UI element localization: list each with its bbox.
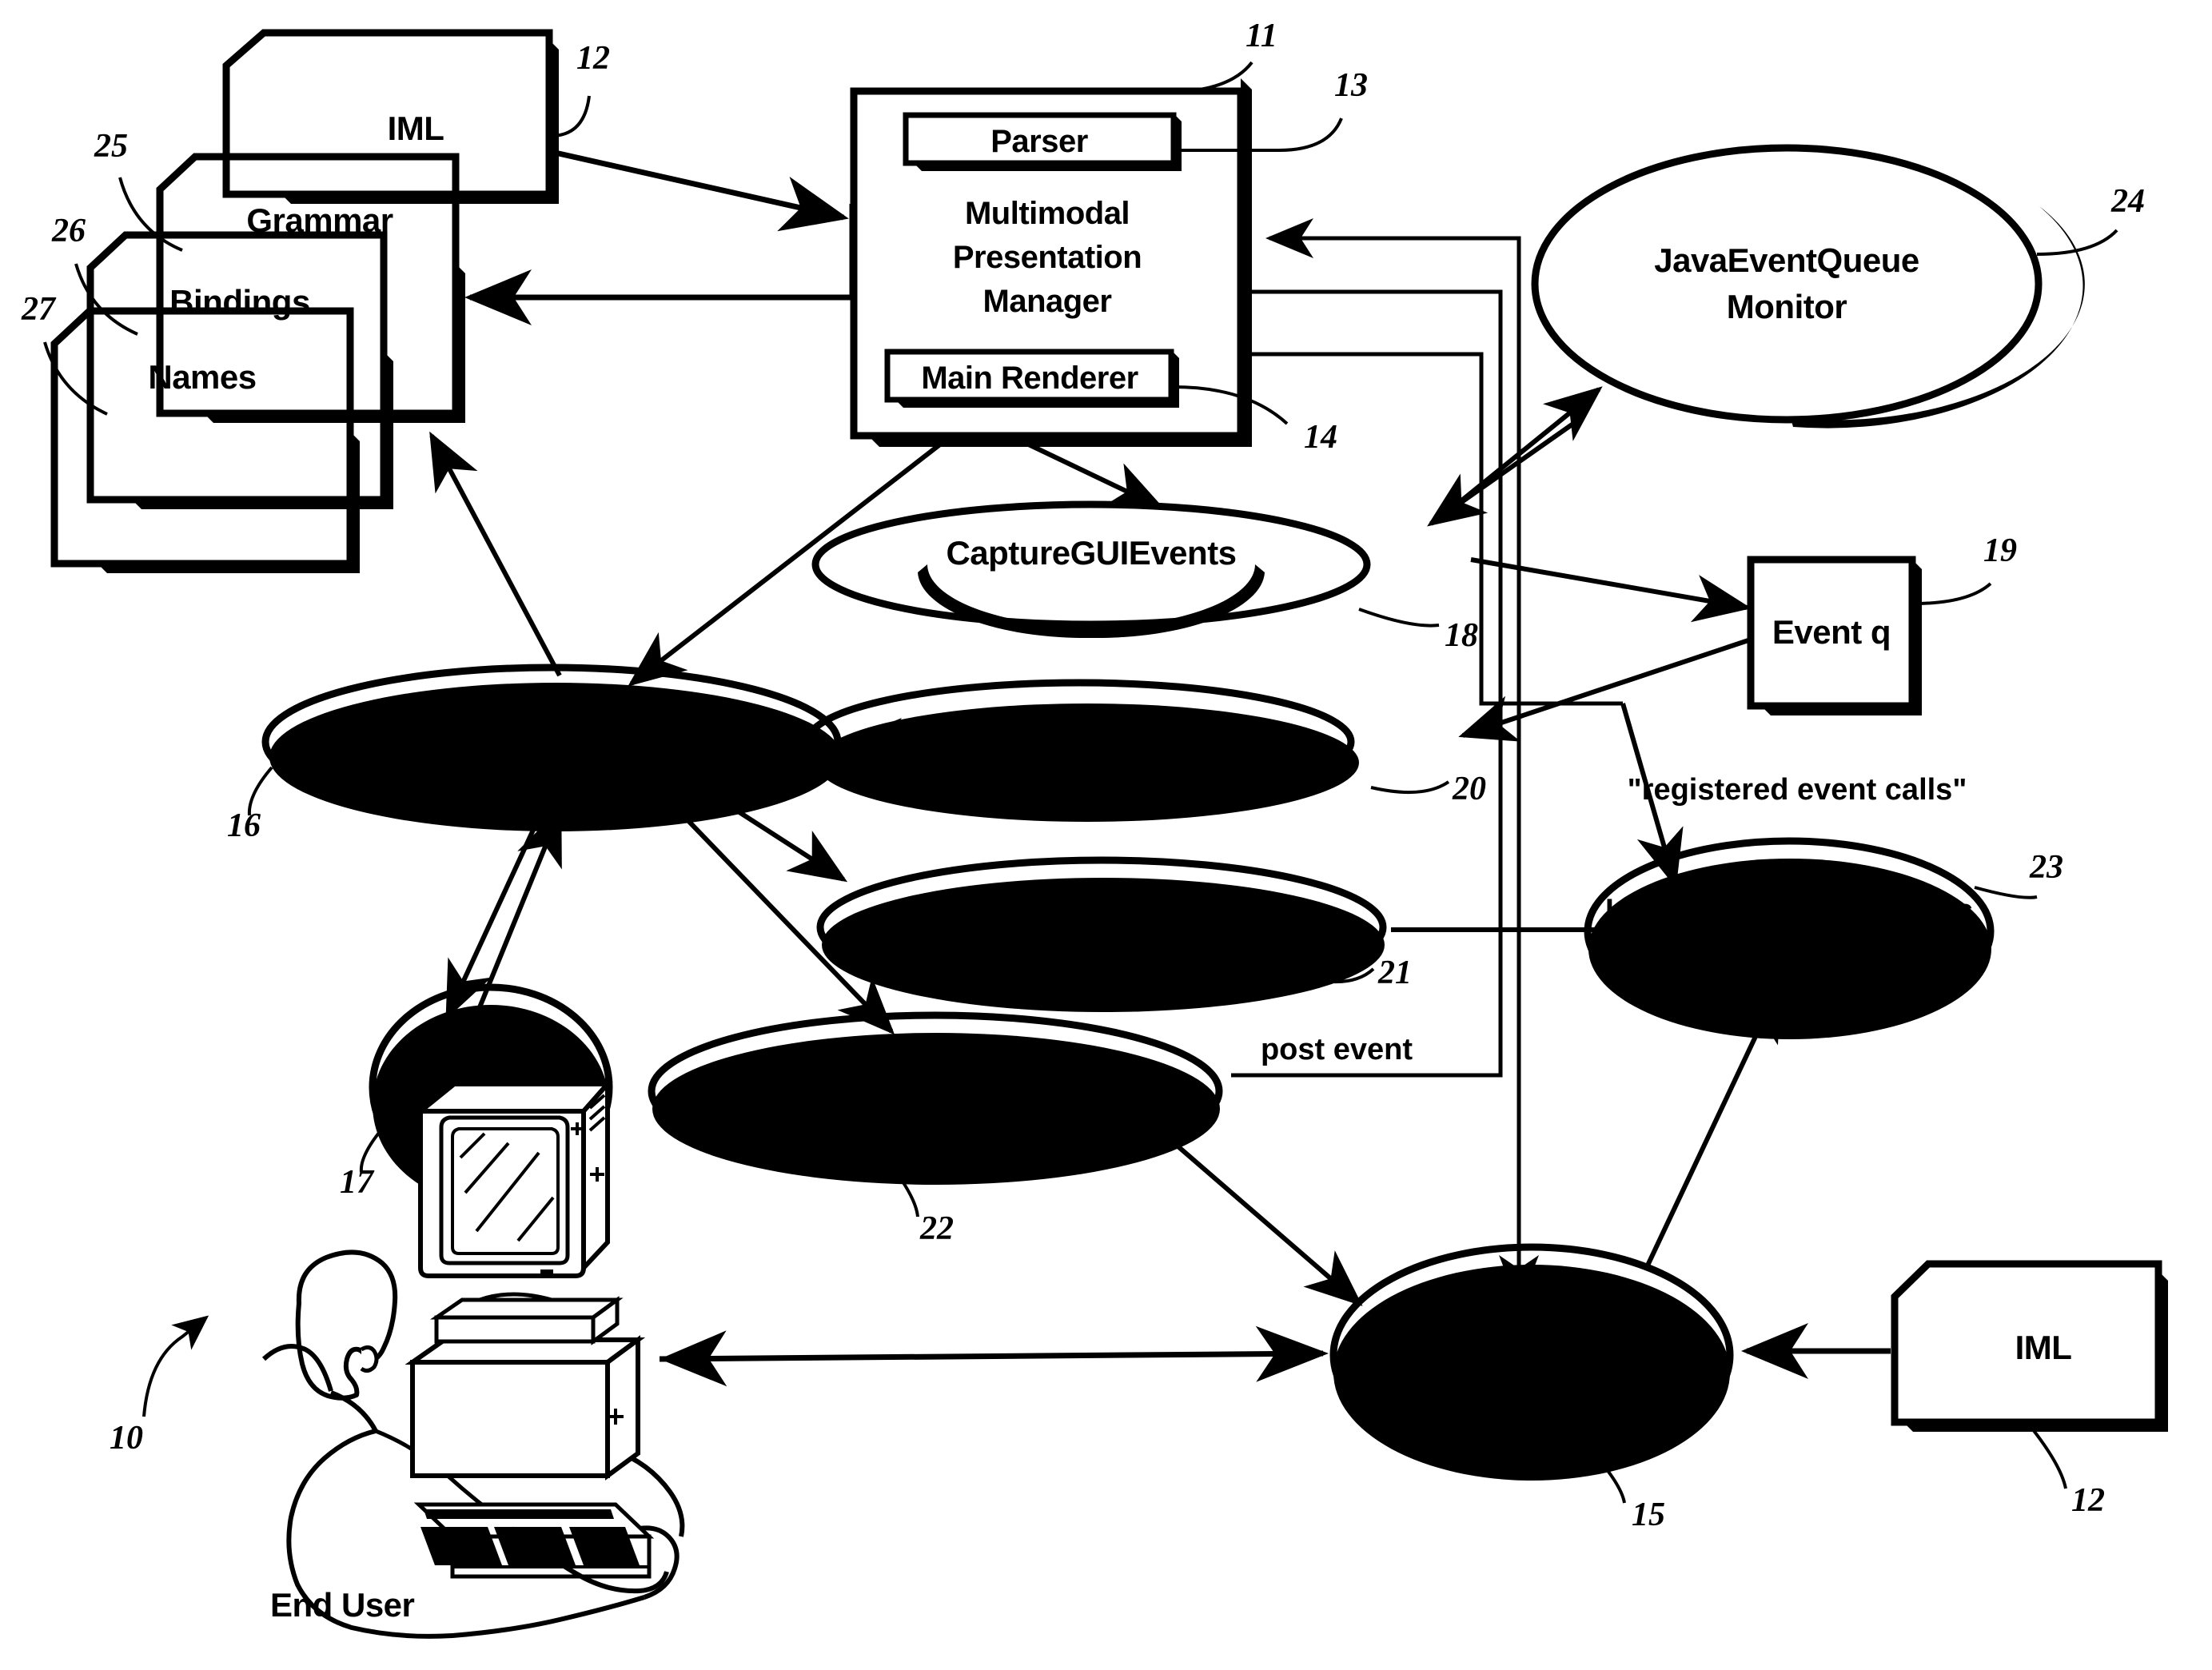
ref-17: 17	[340, 1164, 375, 1201]
ref-19: 19	[1983, 532, 2017, 569]
leader-13	[1174, 118, 1343, 152]
guiswing-line2: Renderer	[1460, 1362, 1604, 1400]
ref-11: 11	[1245, 18, 1277, 54]
leader-20	[1370, 780, 1450, 795]
end-user-illustration: End User	[261, 1078, 685, 1639]
names-outline	[50, 307, 354, 568]
edge-mpm-to-capturegui	[1014, 436, 1166, 510]
node-parser[interactable]: Parser	[903, 112, 1182, 171]
jeqm-outline	[1531, 144, 2043, 424]
node-update-gui[interactable]: UpdateGUI 22	[648, 1011, 1223, 1247]
jeqm-line1: JavaEventQueue	[1654, 241, 1919, 279]
mpm-line1: Multimodal	[965, 196, 1130, 231]
node-iml-top[interactable]: IML 12	[222, 29, 610, 204]
leader-19	[1913, 582, 1992, 605]
mpm-line2: Presentation	[953, 240, 1142, 275]
pollforgui-label: PollForGUIEvents	[939, 723, 1218, 760]
edge-capturegui-to-eventq	[1470, 557, 1752, 623]
speechrenderer-line1: SpeechRenderer	[421, 705, 683, 743]
node-names[interactable]: Names 27	[21, 291, 360, 573]
node-poll-for-gui-events[interactable]: PollForGUIEvents 20	[803, 679, 1486, 822]
leader-25	[118, 177, 183, 252]
end-user-monitor-stand	[434, 1315, 596, 1344]
edge-speechrenderer-to-bindings	[429, 431, 562, 677]
jeqm-line2: Monitor	[1727, 288, 1847, 325]
parser-label: Parser	[990, 124, 1088, 159]
edge-jeqmonitor-to-capturegui	[1427, 417, 1580, 527]
edge-eventq-to-pollforgui	[1458, 637, 1752, 742]
node-gui-swing-renderer[interactable]: GUI Swing Renderer 15	[1329, 1243, 1734, 1533]
usf-line2: and Listeners	[1688, 936, 1891, 971]
end-user-label: End User	[270, 1586, 415, 1624]
node-main-renderer[interactable]: Main Renderer	[884, 349, 1179, 408]
updategui-label: UpdateGUI	[851, 1073, 1021, 1110]
edge-enduser-to-guiswing	[659, 1325, 1329, 1387]
node-java-event-queue-monitor[interactable]: JavaEventQueue Monitor 24	[1531, 144, 2145, 428]
usf-line1: User Supplied Functions	[1605, 893, 1973, 928]
speechengines-line1: Speech	[432, 1047, 549, 1085]
leader-24	[2036, 229, 2118, 256]
figure-canvas: IML 12 Grammar 25 Bindings 26 Names 27 M…	[0, 0, 2212, 1670]
leader-23	[1974, 886, 2038, 899]
node-user-supplied-functions[interactable]: User Supplied Functions and Listeners 23	[1584, 837, 2063, 1039]
guiswing-line1: GUI Swing	[1449, 1319, 1614, 1357]
speechrenderer-line2: (e.g., JSAPI)	[456, 749, 648, 787]
ref-20: 20	[1452, 771, 1486, 807]
edge-iml-to-mpm	[551, 149, 849, 232]
node-iml-bottom[interactable]: IML 12	[1891, 1260, 2168, 1519]
ref-25: 25	[94, 128, 128, 165]
ref-12-top: 12	[576, 40, 610, 77]
ref-15: 15	[1632, 1497, 1665, 1533]
iml-bottom-label: IML	[2015, 1329, 2072, 1366]
edge-updategui-to-guiswing	[1150, 1121, 1363, 1306]
ref-13: 13	[1334, 67, 1368, 104]
edge-mpm-to-speechrenderer	[628, 433, 953, 687]
ref-10: 10	[110, 1420, 143, 1457]
callbindings-label: CallBindings	[1002, 909, 1202, 947]
ref-16: 16	[227, 807, 261, 844]
leader-14	[1173, 385, 1289, 425]
leader-11	[1176, 61, 1253, 94]
node-event-q[interactable]: Event q 19	[1747, 532, 2017, 715]
end-user-base-side	[605, 1335, 640, 1481]
ref-26: 26	[51, 213, 86, 249]
edge-route-top-feedback	[1265, 218, 1521, 258]
leader-12-bottom	[2027, 1423, 2067, 1489]
bindings-label: Bindings	[169, 283, 310, 321]
end-user-keyboard-keys-row	[424, 1509, 614, 1519]
end-user-monitor-power	[540, 1269, 553, 1276]
label-registered-event-calls: "registered event calls"	[1628, 773, 1967, 807]
iml-top-label: IML	[388, 110, 444, 147]
end-user-head	[295, 1250, 398, 1401]
ref-23: 23	[2029, 849, 2063, 886]
ref-21: 21	[1377, 955, 1412, 991]
capturegui-label: CaptureGUIEvents	[946, 534, 1236, 572]
ref-22: 22	[919, 1210, 954, 1247]
mainrenderer-label: Main Renderer	[921, 361, 1138, 396]
leader-18	[1358, 608, 1440, 628]
leader-26	[74, 263, 138, 336]
end-user-monitor-stand-top	[429, 1297, 624, 1320]
ref-24: 24	[2110, 183, 2145, 220]
end-user-monitor-top-face	[413, 1082, 613, 1114]
edge-speechengines-to-speechrenderer	[477, 807, 562, 1009]
end-user-desk	[410, 1360, 610, 1478]
leader-10	[142, 1315, 209, 1417]
ref-14: 14	[1304, 419, 1337, 456]
ref-18: 18	[1445, 617, 1478, 654]
names-label: Names	[148, 358, 256, 396]
ref-27: 27	[21, 291, 57, 328]
eventq-label: Event q	[1772, 613, 1891, 651]
end-user-ear	[360, 1345, 379, 1373]
ref-12-bottom: 12	[2071, 1482, 2105, 1519]
mpm-line3: Manager	[983, 284, 1112, 319]
patent-figure-diagram: IML 12 Grammar 25 Bindings 26 Names 27 M…	[21, 18, 2168, 1639]
node-capture-gui-events[interactable]: CaptureGUIEvents 18	[811, 500, 1478, 654]
label-post-event: post event	[1261, 1033, 1413, 1066]
node-call-bindings[interactable]: CallBindings 21	[816, 856, 1412, 1012]
